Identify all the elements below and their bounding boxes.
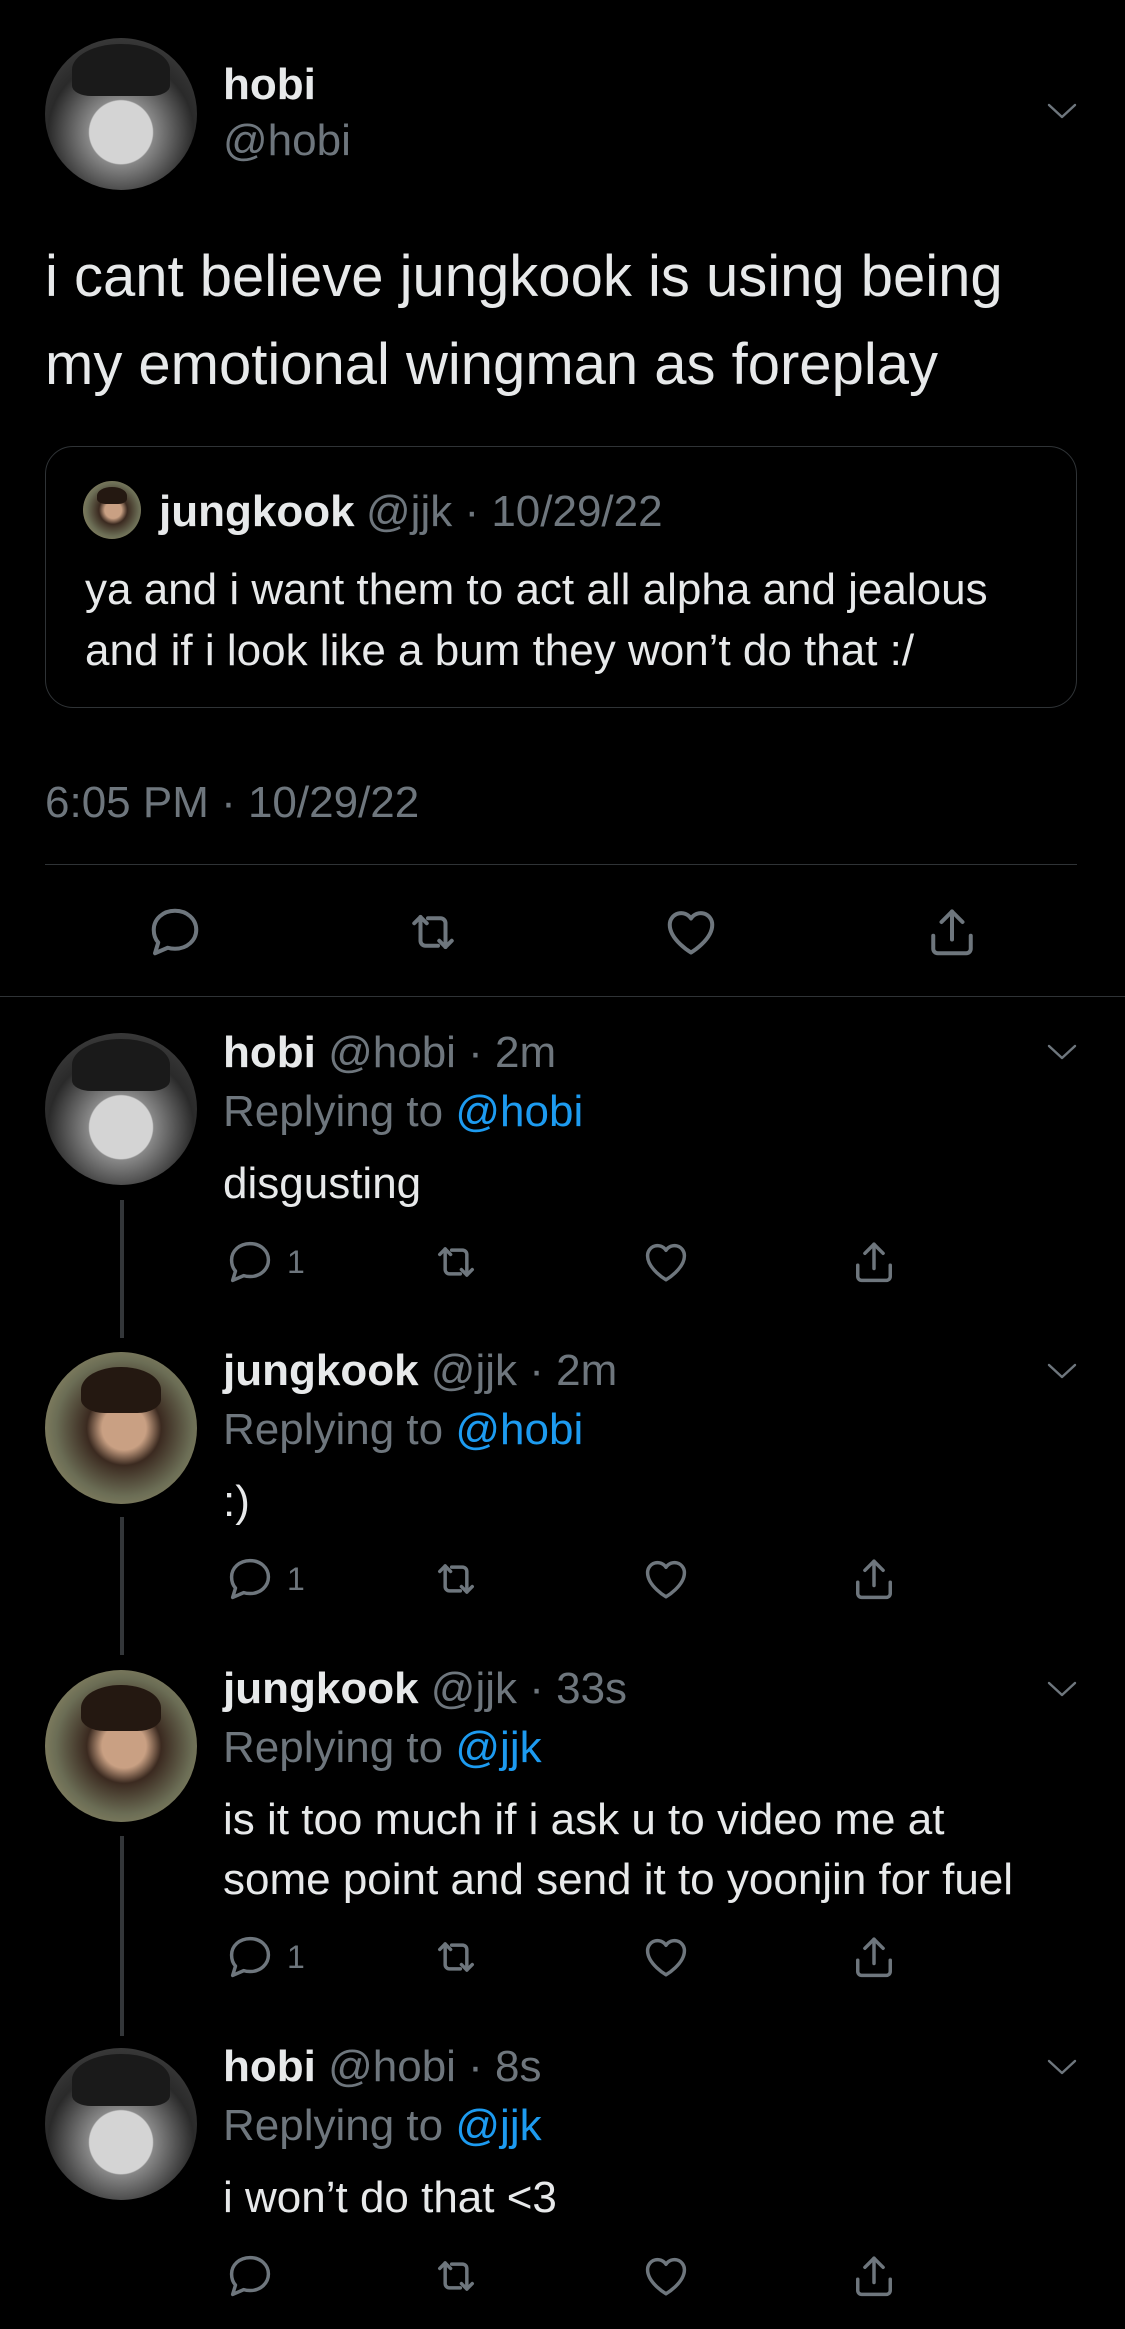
reply-header: hobi @hobi · 8s (223, 2042, 542, 2092)
reply-header: jungkook @jjk · 2m (223, 1346, 617, 1396)
reply-more-chevron-icon[interactable] (1047, 1362, 1077, 1380)
reply-like-icon[interactable] (640, 1553, 692, 1605)
quoted-tweet-handle-date: @jjk · 10/29/22 (366, 487, 663, 536)
main-tweet-retweet-icon[interactable] (403, 902, 463, 962)
reply-like-icon[interactable] (640, 1931, 692, 1983)
reply-avatar[interactable] (45, 1033, 197, 1185)
replying-to-line: Replying to @hobi (223, 1087, 583, 1137)
reply-meta: @jjk · 2m (430, 1346, 618, 1395)
reply-display-name[interactable]: jungkook (223, 1346, 419, 1395)
replying-to-handle-link[interactable]: @hobi (455, 1087, 583, 1136)
reply-avatar[interactable] (45, 1670, 197, 1822)
replying-to-line: Replying to @jjk (223, 1723, 542, 1773)
reply-text: i won’t do that <3 (223, 2173, 557, 2222)
main-tweet-avatar[interactable] (45, 38, 197, 190)
reply-avatar[interactable] (45, 1352, 197, 1504)
reply-header: hobi @hobi · 2m (223, 1028, 556, 1078)
thread-connector (120, 1200, 124, 1338)
main-tweet-handle[interactable]: @hobi (223, 116, 351, 166)
reply-retweet-icon[interactable] (430, 1931, 482, 1983)
replying-to-handle-link[interactable]: @hobi (455, 1405, 583, 1454)
replying-to-prefix: Replying to (223, 1405, 444, 1454)
reply-more-chevron-icon[interactable] (1047, 1680, 1077, 1698)
reply-reply-icon[interactable] (224, 1553, 276, 1605)
reply-retweet-icon[interactable] (430, 1553, 482, 1605)
reply-like-icon[interactable] (640, 1236, 692, 1288)
reply-count: 1 (287, 1244, 305, 1280)
reply-count: 1 (287, 1939, 305, 1975)
reply-display-name[interactable]: hobi (223, 1028, 316, 1077)
reply-reply-icon[interactable] (224, 1931, 276, 1983)
quoted-tweet-text-line1: ya and i want them to act all alpha and … (85, 565, 988, 614)
reply-reply-icon[interactable] (224, 2250, 276, 2302)
replying-to-handle-link[interactable]: @jjk (455, 1723, 541, 1772)
reply-display-name[interactable]: hobi (223, 2042, 316, 2091)
main-tweet-more-chevron-icon[interactable] (1047, 102, 1077, 120)
reply-display-name[interactable]: jungkook (223, 1664, 419, 1713)
reply-retweet-icon[interactable] (430, 2250, 482, 2302)
divider (0, 996, 1125, 997)
main-tweet-display-name[interactable]: hobi (223, 60, 316, 110)
replying-to-prefix: Replying to (223, 1087, 444, 1136)
main-tweet-text-line1: i cant believe jungkook is using being (45, 244, 1003, 309)
main-tweet-share-icon[interactable] (922, 902, 982, 962)
thread-connector (120, 1517, 124, 1655)
replying-to-line: Replying to @hobi (223, 1405, 583, 1455)
replying-to-line: Replying to @jjk (223, 2101, 542, 2151)
reply-share-icon[interactable] (848, 1553, 900, 1605)
replying-to-prefix: Replying to (223, 1723, 444, 1772)
reply-text-line2: some point and send it to yoonjin for fu… (223, 1855, 1014, 1904)
quoted-tweet-text-line2: and if i look like a bum they won’t do t… (85, 626, 915, 675)
reply-meta: @hobi · 2m (328, 1028, 557, 1077)
reply-reply-icon[interactable] (224, 1236, 276, 1288)
reply-meta: @hobi · 8s (328, 2042, 542, 2091)
reply-text: disgusting (223, 1159, 422, 1208)
reply-share-icon[interactable] (848, 2250, 900, 2302)
reply-like-icon[interactable] (640, 2250, 692, 2302)
main-tweet-like-icon[interactable] (661, 902, 721, 962)
main-tweet-text-line2: my emotional wingman as foreplay (45, 332, 938, 397)
reply-text: :) (223, 1477, 250, 1526)
reply-share-icon[interactable] (848, 1236, 900, 1288)
main-tweet-reply-icon[interactable] (145, 902, 205, 962)
reply-more-chevron-icon[interactable] (1047, 1043, 1077, 1061)
replying-to-handle-link[interactable]: @jjk (455, 2101, 541, 2150)
reply-avatar[interactable] (45, 2048, 197, 2200)
reply-share-icon[interactable] (848, 1931, 900, 1983)
divider (45, 864, 1077, 865)
quoted-tweet-card[interactable]: jungkook @jjk · 10/29/22 ya and i want t… (45, 446, 1077, 708)
reply-text-line1: is it too much if i ask u to video me at (223, 1795, 945, 1844)
reply-more-chevron-icon[interactable] (1047, 2058, 1077, 2076)
replying-to-prefix: Replying to (223, 2101, 444, 2150)
reply-meta: @jjk · 33s (430, 1664, 628, 1713)
reply-header: jungkook @jjk · 33s (223, 1664, 627, 1714)
reply-count: 1 (287, 1561, 305, 1597)
reply-retweet-icon[interactable] (430, 1236, 482, 1288)
quoted-tweet-display-name: jungkook (159, 487, 355, 536)
main-tweet-timestamp: 6:05 PM · 10/29/22 (45, 778, 420, 827)
thread-connector (120, 1836, 124, 2036)
quoted-tweet-avatar (83, 481, 141, 539)
